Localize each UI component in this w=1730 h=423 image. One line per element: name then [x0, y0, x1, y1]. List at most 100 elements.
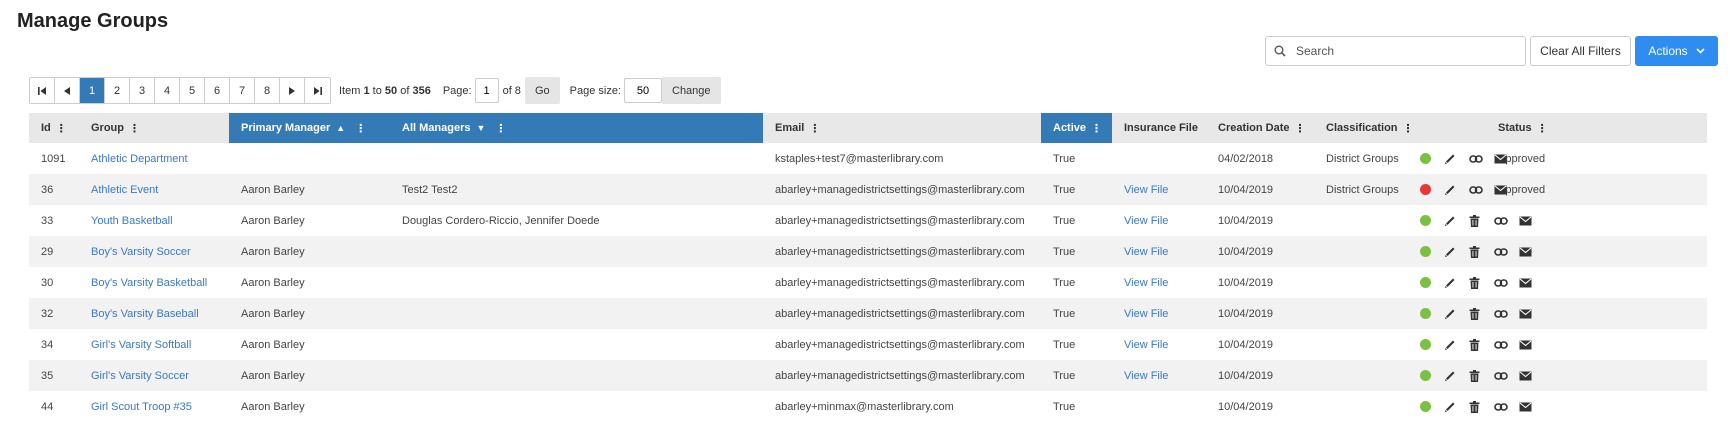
- cell-insurance-file-link[interactable]: View File: [1112, 174, 1168, 205]
- trash-icon[interactable]: [1469, 205, 1480, 236]
- actions-button[interactable]: Actions: [1635, 36, 1718, 66]
- column-menu-icon[interactable]: ⋮: [1403, 122, 1414, 135]
- first-page-icon[interactable]: [30, 78, 55, 103]
- mail-icon[interactable]: [1494, 174, 1507, 205]
- cell-insurance-file-link[interactable]: View File: [1112, 360, 1168, 391]
- mail-icon[interactable]: [1519, 298, 1532, 329]
- column-header-classification[interactable]: Classification ⋮: [1314, 113, 1486, 143]
- link-icon[interactable]: [1494, 298, 1508, 329]
- column-menu-icon[interactable]: ⋮: [495, 122, 506, 135]
- cell-all-managers: Test2 Test2: [402, 183, 458, 196]
- cell-group-link[interactable]: Boy's Varsity Baseball: [79, 298, 199, 329]
- page-size-label: Page size:: [569, 84, 621, 97]
- edit-icon[interactable]: [1444, 143, 1457, 174]
- trash-icon[interactable]: [1469, 298, 1480, 329]
- edit-icon[interactable]: [1444, 360, 1457, 391]
- edit-icon[interactable]: [1444, 205, 1457, 236]
- column-header-group[interactable]: Group ⋮: [79, 113, 229, 143]
- column-header-label: Status: [1498, 122, 1532, 134]
- page-button-2[interactable]: 2: [105, 78, 130, 103]
- column-header-label: Creation Date: [1218, 122, 1290, 134]
- column-menu-icon[interactable]: ⋮: [1295, 122, 1306, 135]
- page-button-5[interactable]: 5: [180, 78, 205, 103]
- cell-insurance-file-link[interactable]: View File: [1112, 267, 1168, 298]
- change-button[interactable]: Change: [662, 77, 721, 104]
- cell-insurance-file-link[interactable]: [1112, 391, 1124, 422]
- column-menu-icon[interactable]: ⋮: [355, 122, 366, 135]
- link-icon[interactable]: [1494, 236, 1508, 267]
- cell-group-link[interactable]: Girl's Varsity Softball: [79, 329, 191, 360]
- search-box[interactable]: [1265, 36, 1526, 66]
- cell-creation-date: 10/04/2019: [1218, 400, 1274, 413]
- page-number-input[interactable]: [474, 78, 499, 103]
- edit-icon[interactable]: [1444, 391, 1457, 422]
- edit-icon[interactable]: [1444, 236, 1457, 267]
- edit-icon[interactable]: [1444, 329, 1457, 360]
- cell-group-link[interactable]: Girl Scout Troop #35: [79, 391, 192, 422]
- last-page-icon[interactable]: [305, 78, 330, 103]
- cell-group-link[interactable]: Youth Basketball: [79, 205, 173, 236]
- page-button-6[interactable]: 6: [205, 78, 230, 103]
- column-header-primary-manager[interactable]: Primary Manager ▲ ⋮: [229, 113, 390, 143]
- page-button-8[interactable]: 8: [255, 78, 280, 103]
- page-button-3[interactable]: 3: [130, 78, 155, 103]
- column-header-creation-date[interactable]: Creation Date ⋮: [1206, 113, 1314, 143]
- page-button-7[interactable]: 7: [230, 78, 255, 103]
- mail-icon[interactable]: [1519, 236, 1532, 267]
- trash-icon[interactable]: [1469, 329, 1480, 360]
- link-icon[interactable]: [1494, 360, 1508, 391]
- cell-group-link[interactable]: Boy's Varsity Soccer: [79, 236, 191, 267]
- trash-icon[interactable]: [1469, 391, 1480, 422]
- cell-group-link[interactable]: Athletic Event: [79, 174, 158, 205]
- status-indicator: [1420, 391, 1431, 422]
- column-header-all-managers[interactable]: All Managers ▼ ⋮: [390, 113, 763, 143]
- prev-page-icon[interactable]: [55, 78, 80, 103]
- cell-group-link[interactable]: Girl's Varsity Soccer: [79, 360, 189, 391]
- next-page-icon[interactable]: [280, 78, 305, 103]
- link-icon[interactable]: [1494, 205, 1508, 236]
- cell-insurance-file-link[interactable]: [1112, 143, 1124, 174]
- cell-insurance-file-link[interactable]: View File: [1112, 329, 1168, 360]
- edit-icon[interactable]: [1444, 267, 1457, 298]
- status-indicator: [1420, 298, 1431, 329]
- trash-icon[interactable]: [1469, 360, 1480, 391]
- edit-icon[interactable]: [1444, 174, 1457, 205]
- column-menu-icon[interactable]: ⋮: [1091, 122, 1102, 135]
- cell-insurance-file-link[interactable]: View File: [1112, 236, 1168, 267]
- column-header-status[interactable]: Status ⋮: [1486, 113, 1566, 143]
- column-header-insurance-file[interactable]: Insurance File: [1112, 113, 1206, 143]
- mail-icon[interactable]: [1519, 267, 1532, 298]
- link-icon[interactable]: [1494, 391, 1508, 422]
- clear-all-filters-button[interactable]: Clear All Filters: [1530, 36, 1631, 66]
- pager-range-end: 50: [384, 84, 398, 97]
- cell-group-link[interactable]: Boy's Varsity Basketball: [79, 267, 207, 298]
- mail-icon[interactable]: [1519, 205, 1532, 236]
- link-icon[interactable]: [1469, 143, 1483, 174]
- column-menu-icon[interactable]: ⋮: [1537, 122, 1548, 135]
- trash-icon[interactable]: [1469, 236, 1480, 267]
- link-icon[interactable]: [1494, 329, 1508, 360]
- cell-insurance-file-link[interactable]: View File: [1112, 298, 1168, 329]
- go-button[interactable]: Go: [524, 77, 560, 104]
- link-icon[interactable]: [1494, 267, 1508, 298]
- page-size-input[interactable]: [624, 78, 662, 103]
- column-menu-icon[interactable]: ⋮: [809, 122, 820, 135]
- page-button-4[interactable]: 4: [155, 78, 180, 103]
- column-menu-icon[interactable]: ⋮: [56, 122, 67, 135]
- trash-icon[interactable]: [1469, 267, 1480, 298]
- link-icon[interactable]: [1469, 174, 1483, 205]
- column-menu-icon[interactable]: ⋮: [129, 122, 140, 135]
- column-header-email[interactable]: Email ⋮: [763, 113, 1041, 143]
- page-button-1[interactable]: 1: [80, 78, 105, 103]
- column-header-id[interactable]: Id ⋮: [29, 113, 79, 143]
- edit-icon[interactable]: [1444, 298, 1457, 329]
- cell-insurance-file-link[interactable]: View File: [1112, 205, 1168, 236]
- cell-group-link[interactable]: Athletic Department: [79, 143, 188, 174]
- pager-range-start: 1: [363, 84, 370, 97]
- mail-icon[interactable]: [1519, 391, 1532, 422]
- search-input[interactable]: [1294, 38, 1519, 64]
- mail-icon[interactable]: [1519, 329, 1532, 360]
- column-header-active[interactable]: Active ⋮: [1041, 113, 1112, 143]
- mail-icon[interactable]: [1494, 143, 1507, 174]
- mail-icon[interactable]: [1519, 360, 1532, 391]
